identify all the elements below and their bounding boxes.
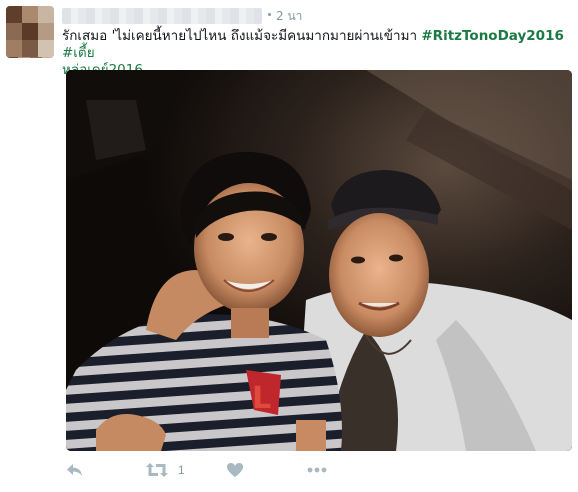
retweet-button[interactable]: 1 <box>146 458 185 482</box>
reply-button[interactable] <box>66 458 84 482</box>
svg-text:L: L <box>252 381 271 416</box>
tweet-photo[interactable]: L <box>66 70 572 451</box>
more-button[interactable] <box>306 458 328 482</box>
reply-icon <box>67 464 82 476</box>
retweet-icon <box>146 463 168 477</box>
username-blurred[interactable] <box>62 8 262 24</box>
separator-dot <box>268 13 271 16</box>
hashtag-thai-part1[interactable]: #เตี้ย <box>62 45 95 61</box>
avatar[interactable] <box>6 6 54 58</box>
like-button[interactable] <box>226 458 244 482</box>
heart-icon <box>227 463 243 477</box>
photo-illustration: L <box>66 70 572 451</box>
retweet-count: 1 <box>178 463 185 477</box>
avatar-pixel <box>22 6 38 23</box>
timestamp[interactable]: 2 นา <box>276 8 302 24</box>
avatar-pixel <box>6 23 22 40</box>
avatar-pixel <box>38 40 54 57</box>
avatar-pixel <box>6 6 22 23</box>
avatar-pixel <box>22 23 38 40</box>
more-icon <box>307 467 327 473</box>
avatar-pixel <box>6 40 22 57</box>
avatar-pixel <box>38 23 54 40</box>
tweet-actions: 1 <box>62 458 462 482</box>
hashtag-ritztonoday2016[interactable]: #RitzTonoDay2016 <box>421 28 564 44</box>
avatar-pixel <box>22 40 38 57</box>
tweet-text-body: รักเสมอ 'ไม่เคยนี้หายไปไหน ถึงแม้จะมีคนม… <box>62 28 422 44</box>
avatar-pixel <box>38 6 54 23</box>
